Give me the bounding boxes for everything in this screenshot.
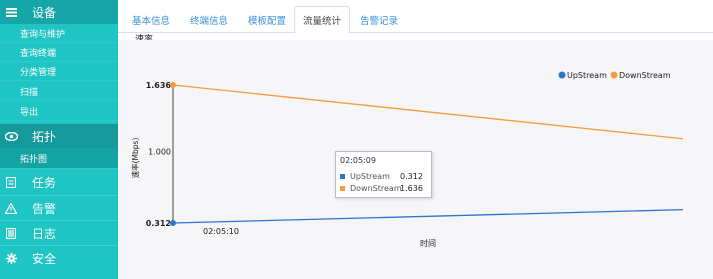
tooltip-series-name: DownStream [350,184,402,193]
y-axis-label: 速率(Mbps) [130,138,140,179]
tab-template-config[interactable]: 模板配置 [242,9,292,31]
tab-bar: 基本信息 终端信息 模板配置 流量统计 告警记录 [118,0,713,34]
sidebar-item-export[interactable]: 导出 [0,102,118,121]
sidebar-section-label: 设备 [32,5,57,20]
task-icon [2,177,20,188]
y-tick-label: 1.000 [148,147,171,156]
sidebar-section-security[interactable]: 安全 [0,246,118,270]
series-point-downstream [170,82,176,88]
chart-tooltip: 02:05:09 UpStream 0.312 DownStream 1.636 [335,151,432,198]
tooltip-row-downstream: DownStream 1.636 [340,184,423,193]
tab-traffic-stats[interactable]: 流量统计 [294,6,350,34]
sidebar-item-query-maintain[interactable]: 查询与维护 [0,24,118,43]
tooltip-series-value: 1.636 [400,184,423,193]
device-icon [2,7,20,17]
eye-icon [2,131,20,141]
x-tick-label: 02:05:10 [203,227,239,236]
tooltip-series-value: 0.312 [400,172,423,181]
sidebar-section-topology[interactable]: 拓扑 [0,124,118,148]
sidebar-item-scan[interactable]: 扫描 [0,82,118,101]
sidebar-section-label: 日志 [32,226,57,241]
series-point-upstream [170,220,176,226]
warning-icon [2,202,20,214]
sidebar-section-label: 安全 [32,251,57,266]
legend-entry: DownStream [619,71,671,80]
tab-basic-info[interactable]: 基本信息 [126,9,176,31]
sidebar-section-task[interactable]: 任务 [0,170,118,195]
sidebar-section-log[interactable]: 日志 [0,221,118,245]
gear-icon [2,252,20,264]
tooltip-series-name: UpStream [350,172,390,181]
sidebar-item-category[interactable]: 分类管理 [0,62,118,81]
y-tick-label: 0.312 [146,219,171,228]
legend-entry: UpStream [567,71,607,80]
tooltip-swatch [340,174,345,179]
log-icon [2,227,20,239]
sidebar-section-label: 任务 [32,176,57,190]
tab-terminal-info[interactable]: 终端信息 [184,9,234,31]
legend-swatch [610,71,618,79]
app-window: 设备 查询与维护 查询终端 分类管理 扫描 导出 拓扑 拓扑图 任务 告警 日志… [0,0,713,279]
tooltip-row-upstream: UpStream 0.312 [340,172,423,181]
y-tick-label: 1.636 [146,81,172,90]
sidebar: 设备 查询与维护 查询终端 分类管理 扫描 导出 拓扑 拓扑图 任务 告警 日志… [0,0,118,279]
tooltip-swatch [340,186,345,191]
sidebar-item-query-terminal[interactable]: 查询终端 [0,43,118,62]
tab-alarm-records[interactable]: 告警记录 [354,9,404,31]
tooltip-time: 02:05:09 [340,156,376,165]
sidebar-section-label: 拓扑 [32,129,57,144]
sidebar-section-alarm[interactable]: 告警 [0,196,118,220]
sidebar-section-device[interactable]: 设备 [0,0,118,24]
sidebar-section-label: 告警 [32,201,57,216]
x-axis-label: 时间 [420,238,436,248]
legend-swatch [558,71,566,79]
sidebar-item-topology-map[interactable]: 拓扑图 [0,148,118,169]
